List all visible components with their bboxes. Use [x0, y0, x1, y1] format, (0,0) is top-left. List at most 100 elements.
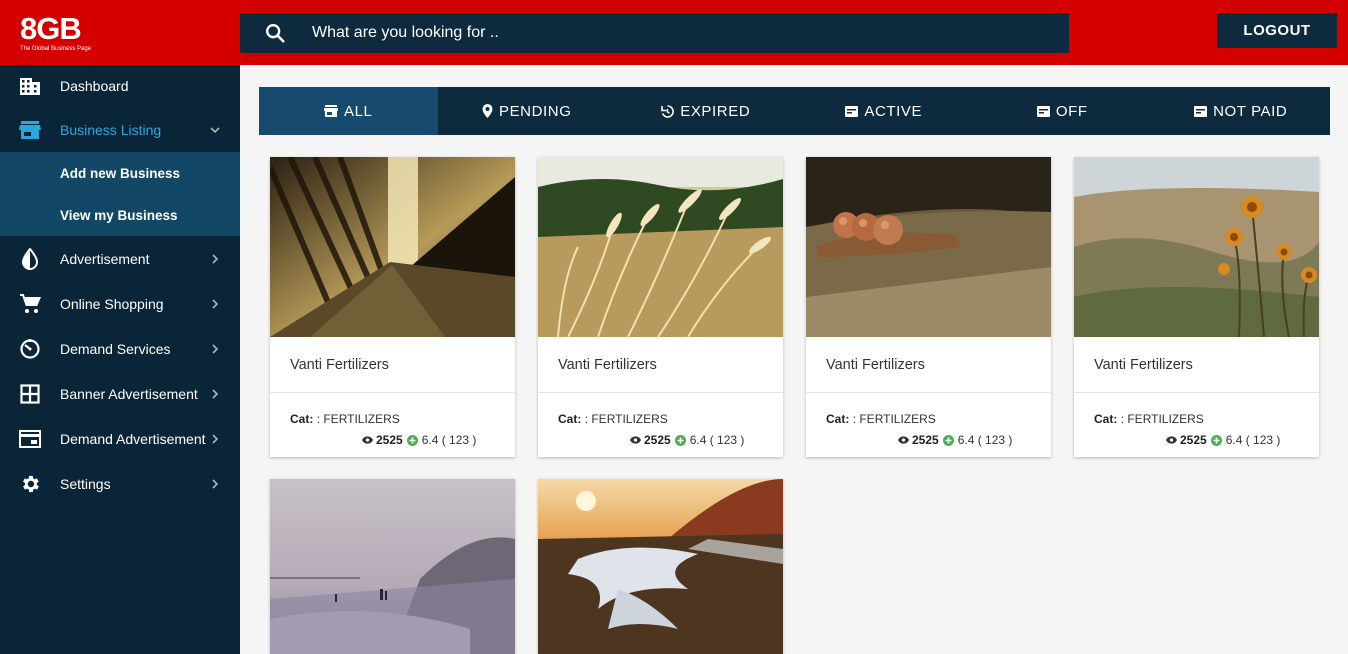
tab-expired[interactable]: EXPIRED: [616, 87, 795, 135]
logout-button[interactable]: LOGOUT: [1217, 13, 1337, 48]
tab-label: EXPIRED: [680, 102, 751, 120]
sidebar-item-banner-advertisement[interactable]: Banner Advertisement: [0, 371, 240, 416]
sidebar-subitem-view-business[interactable]: View my Business: [0, 194, 240, 236]
sidebar-item-advertisement[interactable]: Advertisement: [0, 236, 240, 281]
category-value: : FERTILIZERS: [1120, 412, 1204, 426]
building-icon: [19, 75, 41, 97]
chevron-right-icon: [212, 388, 219, 399]
sidebar-item-label: Settings: [60, 475, 111, 492]
category-label: Cat:: [290, 412, 314, 426]
business-stats: 2525 6.4 ( 123 ): [898, 433, 1012, 447]
rating-plus-icon: [942, 434, 954, 446]
business-title[interactable]: Vanti Fertilizers: [1074, 337, 1319, 393]
tab-pending[interactable]: PENDING: [438, 87, 617, 135]
sidebar-item-business-listing[interactable]: Business Listing: [0, 107, 240, 152]
tab-label: NOT PAID: [1213, 102, 1288, 120]
tab-label: ALL: [344, 102, 373, 120]
tab-all[interactable]: ALL: [259, 87, 438, 135]
logo[interactable]: 8GB The Global Business Page: [20, 13, 110, 60]
eye-icon: [898, 436, 909, 444]
business-meta: Cat: : FERTILIZERS 2525 6.4 ( 123 ): [1074, 393, 1319, 457]
gear-icon: [19, 473, 41, 495]
card-icon: [845, 105, 859, 117]
rating-plus-icon: [674, 434, 686, 446]
category-value: : FERTILIZERS: [852, 412, 936, 426]
business-stats: 2525 6.4 ( 123 ): [1166, 433, 1280, 447]
top-header: 8GB The Global Business Page What are yo…: [0, 0, 1348, 65]
business-image[interactable]: [270, 157, 515, 337]
business-category: Cat: : FERTILIZERS: [826, 412, 1051, 426]
category-value: : FERTILIZERS: [316, 412, 400, 426]
sidebar-item-label: Dashboard: [60, 78, 129, 94]
card-icon: [1194, 105, 1208, 117]
business-image[interactable]: [1074, 157, 1319, 337]
sidebar-item-settings[interactable]: Settings: [0, 461, 240, 506]
business-image[interactable]: [538, 479, 783, 654]
chevron-right-icon: [212, 433, 219, 444]
tab-label: PENDING: [498, 102, 572, 120]
tab-off[interactable]: OFF: [973, 87, 1152, 135]
view-count: 2525: [1180, 433, 1207, 447]
business-stats: 2525 6.4 ( 123 ): [630, 433, 744, 447]
sidebar-subitem-add-business[interactable]: Add new Business: [0, 152, 240, 194]
search-icon: [266, 24, 285, 43]
business-image[interactable]: [806, 157, 1051, 337]
business-meta: Cat: : FERTILIZERS 2525 6.4 ( 123 ): [806, 393, 1051, 457]
business-category: Cat: : FERTILIZERS: [290, 412, 515, 426]
business-card[interactable]: Vanti Fertilizers Cat: : FERTILIZERS 252…: [538, 157, 783, 457]
business-title[interactable]: Vanti Fertilizers: [538, 337, 783, 393]
sidebar-item-demand-advertisement[interactable]: Demand Advertisement: [0, 416, 240, 461]
tab-label: OFF: [1055, 102, 1088, 120]
category-label: Cat:: [826, 412, 850, 426]
business-image[interactable]: [538, 157, 783, 337]
category-label: Cat:: [1094, 412, 1118, 426]
business-card[interactable]: Vanti Fertilizers Cat: : FERTILIZERS 252…: [1074, 157, 1319, 457]
eye-icon: [630, 436, 641, 444]
sidebar-item-label: Business Listing: [60, 121, 162, 138]
tab-not-paid[interactable]: NOT PAID: [1152, 87, 1331, 135]
category-value: : FERTILIZERS: [584, 412, 668, 426]
rating-plus-icon: [406, 434, 418, 446]
sidebar-item-label: Advertisement: [60, 250, 150, 267]
sidebar-item-dashboard[interactable]: Dashboard: [0, 65, 240, 107]
store-icon: [19, 119, 41, 141]
business-title[interactable]: Vanti Fertilizers: [806, 337, 1051, 393]
rating: 6.4 ( 123 ): [1225, 433, 1281, 447]
rating-plus-icon: [1210, 434, 1222, 446]
sidebar-item-online-shopping[interactable]: Online Shopping: [0, 281, 240, 326]
search-input[interactable]: What are you looking for ..: [312, 24, 499, 42]
sidebar-item-label: Demand Services: [60, 340, 171, 357]
search-bar[interactable]: What are you looking for ..: [240, 13, 1069, 53]
view-count: 2525: [912, 433, 939, 447]
business-image[interactable]: [270, 479, 515, 654]
listing-filter-tabs: ALL PENDING EXPIRED ACTIVE OFF NOT PAID: [259, 87, 1330, 135]
timer-icon: [19, 338, 41, 360]
store-icon: [324, 105, 338, 117]
history-icon: [661, 104, 675, 118]
eye-icon: [1166, 436, 1177, 444]
business-meta: Cat: : FERTILIZERS 2525 6.4 ( 123 ): [538, 393, 783, 457]
business-card[interactable]: Vanti Fertilizers Cat: : FERTILIZERS 252…: [270, 157, 515, 457]
chevron-right-icon: [212, 298, 219, 309]
sidebar-item-label: Online Shopping: [60, 295, 164, 312]
chevron-right-icon: [212, 343, 219, 354]
business-category: Cat: : FERTILIZERS: [1094, 412, 1319, 426]
business-card[interactable]: [538, 479, 783, 654]
sidebar-item-demand-services[interactable]: Demand Services: [0, 326, 240, 371]
business-card[interactable]: Vanti Fertilizers Cat: : FERTILIZERS 252…: [806, 157, 1051, 457]
grid-icon: [19, 383, 41, 405]
cart-icon: [19, 293, 41, 315]
logo-tagline: The Global Business Page: [20, 46, 92, 52]
rating: 6.4 ( 123 ): [689, 433, 745, 447]
chevron-down-icon: [210, 126, 220, 133]
business-title[interactable]: Vanti Fertilizers: [270, 337, 515, 393]
card-icon: [19, 428, 41, 450]
sidebar-item-label: Demand Advertisement: [60, 430, 206, 447]
tab-active[interactable]: ACTIVE: [795, 87, 974, 135]
business-card[interactable]: [270, 479, 515, 654]
business-listing-submenu: Add new Business View my Business: [0, 152, 240, 236]
pin-icon: [482, 104, 493, 118]
view-count: 2525: [376, 433, 403, 447]
business-category: Cat: : FERTILIZERS: [558, 412, 783, 426]
card-icon: [1036, 105, 1050, 117]
